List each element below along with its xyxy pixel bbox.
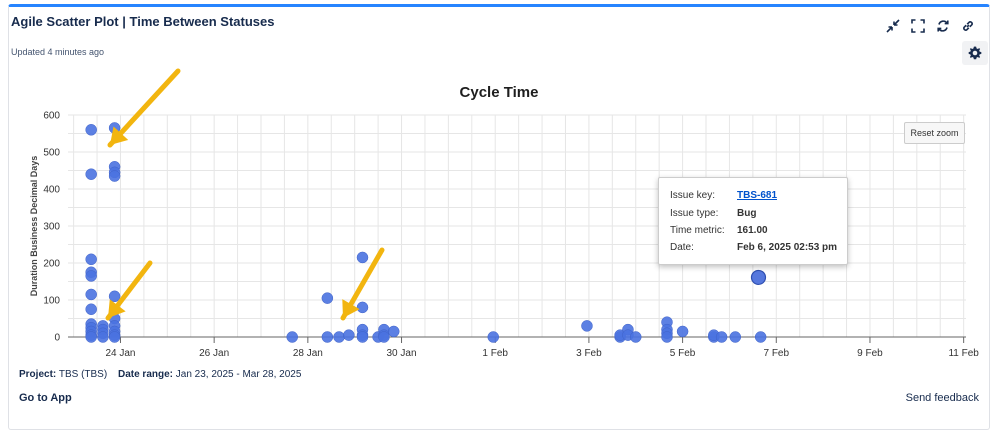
project-value: TBS (TBS) (58, 369, 108, 380)
x-tick-label: 7 Feb (763, 348, 789, 359)
data-point (85, 124, 97, 136)
data-point (333, 331, 345, 343)
data-point (487, 331, 500, 343)
go-to-app-link[interactable]: Go to App (19, 392, 72, 404)
reset-zoom-button[interactable]: Reset zoom (904, 122, 965, 144)
x-tick-label: 1 Feb (482, 348, 508, 359)
x-tick-label: 11 Feb (948, 348, 979, 359)
y-tick-label: 300 (43, 222, 60, 233)
data-point (676, 325, 689, 338)
y-tick-label: 500 (43, 148, 60, 159)
tooltip-time-metric-label: Time metric: (670, 225, 725, 236)
data-point (85, 270, 97, 282)
x-tick-label: 24 Jan (105, 348, 135, 359)
data-point (629, 331, 642, 343)
data-point (108, 170, 121, 182)
data-point (97, 331, 109, 343)
tooltip-date-label: Date: (670, 242, 694, 253)
data-point (356, 251, 369, 264)
y-tick-label: 0 (54, 333, 60, 344)
data-point (754, 331, 767, 343)
data-point (715, 331, 728, 343)
data-point (356, 331, 369, 343)
data-point (85, 253, 97, 266)
y-axis-label: Duration Business Decimal Days (29, 156, 39, 297)
y-tick-label: 600 (43, 111, 60, 122)
x-tick-label: 3 Feb (576, 348, 602, 359)
tooltip-issue-type: Bug (737, 208, 757, 219)
data-point (343, 329, 355, 341)
data-point (321, 292, 334, 304)
x-tick-label: 30 Jan (387, 348, 417, 359)
tooltip-time-metric: 161.00 (737, 225, 768, 236)
highlighted-data-point (750, 269, 767, 286)
project-label: Project: (19, 369, 57, 380)
x-tick-label: 9 Feb (857, 348, 883, 359)
data-point (85, 288, 97, 301)
data-point (378, 331, 390, 343)
y-tick-label: 400 (43, 185, 60, 196)
data-point (85, 168, 97, 180)
data-point (356, 301, 369, 314)
data-point (108, 331, 121, 343)
tooltip-date: Feb 6, 2025 02:53 pm (737, 242, 838, 253)
date-range-label: Date range: (117, 369, 173, 380)
data-point (85, 303, 97, 315)
filter-summary: Project: TBS (TBS) Date range: Jan 23, 2… (19, 369, 301, 380)
data-point (85, 331, 97, 343)
send-feedback-link[interactable]: Send feedback (906, 392, 979, 404)
x-tick-label: 26 Jan (199, 348, 229, 359)
y-tick-label: 100 (43, 296, 60, 307)
data-point (286, 331, 298, 343)
tooltip-issue-key-link[interactable]: TBS-681 (737, 190, 777, 201)
date-range-value: Jan 23, 2025 - Mar 28, 2025 (175, 369, 302, 380)
data-point (387, 325, 400, 338)
data-point (321, 331, 334, 343)
point-tooltip: Issue key: TBS-681 Issue type: Bug Time … (658, 177, 848, 265)
data-point (729, 331, 742, 343)
x-tick-label: 28 Jan (293, 348, 323, 359)
tooltip-issue-type-label: Issue type: (670, 208, 719, 219)
x-tick-label: 5 Feb (670, 348, 696, 359)
y-tick-label: 200 (43, 259, 60, 270)
tooltip-issue-key-label: Issue key: (670, 190, 716, 201)
data-point (661, 331, 673, 343)
data-point (581, 320, 593, 332)
